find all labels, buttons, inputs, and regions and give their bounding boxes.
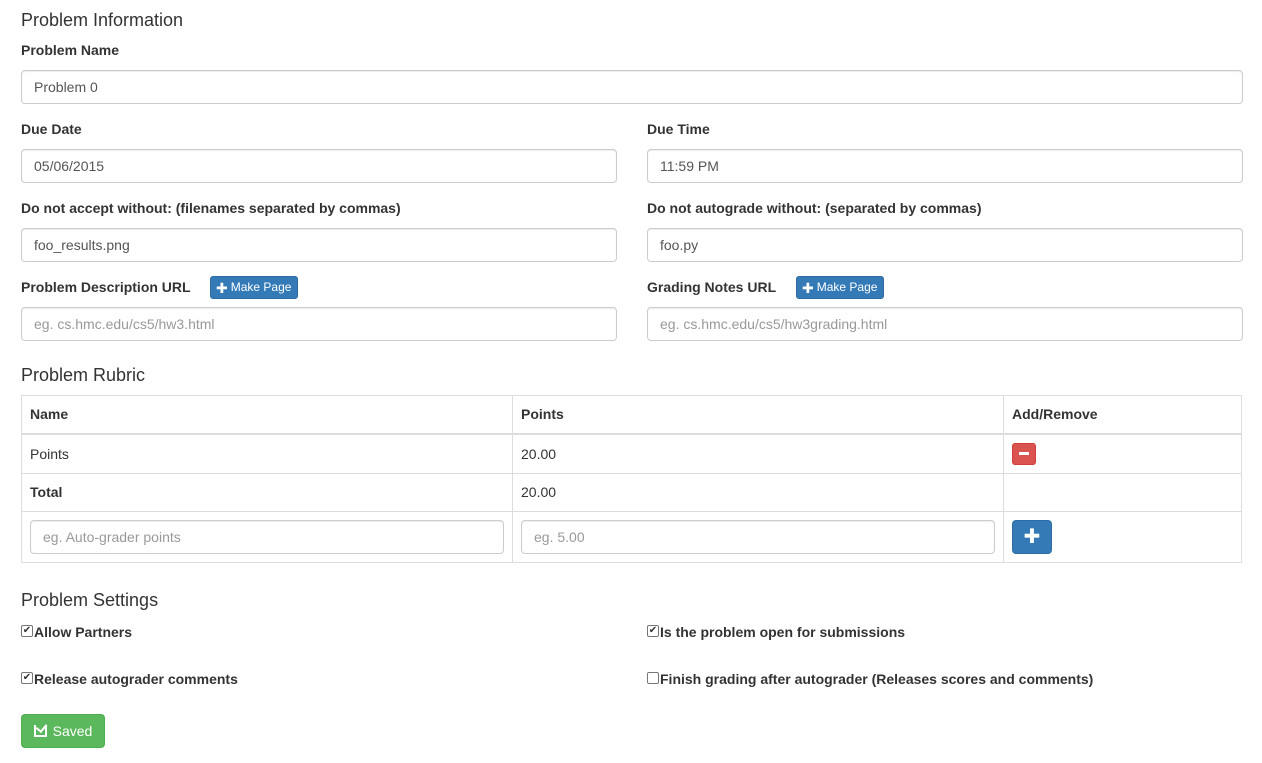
accept-without-input[interactable] xyxy=(21,228,617,262)
problem-rubric-heading: Problem Rubric xyxy=(21,365,146,385)
description-url-input[interactable] xyxy=(21,307,617,341)
problem-name-label: Problem Name xyxy=(21,42,120,58)
due-time-input[interactable] xyxy=(647,149,1243,183)
column-header-points: Points xyxy=(512,395,1004,435)
new-item-name-cell xyxy=(21,510,513,563)
new-item-add-cell: ✚ xyxy=(1003,510,1242,563)
due-time-label: Due Time xyxy=(647,121,710,137)
total-row: Total 20.00 xyxy=(21,472,1242,512)
finish-grading-setting: Finish grading after autograder (Release… xyxy=(647,671,1093,687)
new-item-points-cell xyxy=(512,510,1004,563)
total-label: Total xyxy=(21,472,513,512)
finish-grading-label: Finish grading after autograder (Release… xyxy=(660,671,1094,687)
open-submissions-label: Is the problem open for submissions xyxy=(660,624,906,640)
allow-partners-checkbox[interactable]: ✔ xyxy=(21,625,33,637)
grading-notes-url-label: Grading Notes URL xyxy=(647,279,777,295)
plus-icon: ✚ xyxy=(802,279,814,296)
finish-grading-checkbox[interactable] xyxy=(647,672,659,684)
rubric-item-points: 20.00 xyxy=(512,433,1004,474)
make-page-label: Make Page xyxy=(816,280,878,294)
column-header-add-remove: Add/Remove xyxy=(1003,395,1242,435)
open-submissions-setting: ✔ Is the problem open for submissions xyxy=(647,624,905,640)
release-comments-label: Release autograder comments xyxy=(34,671,238,687)
grading-notes-url-input[interactable] xyxy=(647,307,1243,341)
total-value: 20.00 xyxy=(512,472,1004,512)
new-item-row: ✚ xyxy=(21,510,1242,563)
table-row: Points 20.00 xyxy=(21,433,1242,474)
saved-button[interactable]: Saved xyxy=(21,714,105,748)
description-url-label: Problem Description URL xyxy=(21,279,191,295)
new-item-name-input[interactable] xyxy=(30,519,504,554)
column-header-name: Name xyxy=(21,395,513,435)
due-date-input[interactable] xyxy=(21,149,617,183)
autograde-without-input[interactable] xyxy=(647,228,1243,262)
remove-item-button[interactable] xyxy=(1012,442,1036,465)
rubric-table: Name Points Add/Remove Points 20.00 Tota… xyxy=(21,395,1242,563)
problem-information-heading: Problem Information xyxy=(21,10,184,30)
plus-icon: ✚ xyxy=(1023,526,1041,548)
accept-without-label: Do not accept without: (filenames separa… xyxy=(21,200,401,216)
release-comments-setting: ✔ Release autograder comments xyxy=(21,671,238,687)
make-page-label: Make Page xyxy=(230,280,292,294)
open-submissions-checkbox[interactable]: ✔ xyxy=(647,625,659,637)
new-item-points-input[interactable] xyxy=(521,519,995,554)
add-item-button[interactable]: ✚ xyxy=(1012,519,1052,554)
make-description-page-button[interactable]: ✚ Make Page xyxy=(210,276,299,299)
due-date-label: Due Date xyxy=(21,121,82,137)
rubric-item-actions xyxy=(1003,433,1242,474)
saved-button-label: Saved xyxy=(52,723,93,739)
total-empty-cell xyxy=(1003,472,1242,512)
allow-partners-label: Allow Partners xyxy=(34,624,133,640)
minus-icon xyxy=(1019,452,1029,455)
make-grading-page-button[interactable]: ✚ Make Page xyxy=(796,276,885,299)
problem-name-input[interactable] xyxy=(21,70,1243,104)
autograde-without-label: Do not autograde without: (separated by … xyxy=(647,200,982,216)
rubric-header-row: Name Points Add/Remove xyxy=(21,395,1242,435)
problem-settings-heading: Problem Settings xyxy=(21,590,159,610)
rubric-item-name: Points xyxy=(21,433,513,474)
check-save-icon xyxy=(33,725,47,737)
release-comments-checkbox[interactable]: ✔ xyxy=(21,672,33,684)
plus-icon: ✚ xyxy=(216,279,228,296)
allow-partners-setting: ✔ Allow Partners xyxy=(21,624,132,640)
